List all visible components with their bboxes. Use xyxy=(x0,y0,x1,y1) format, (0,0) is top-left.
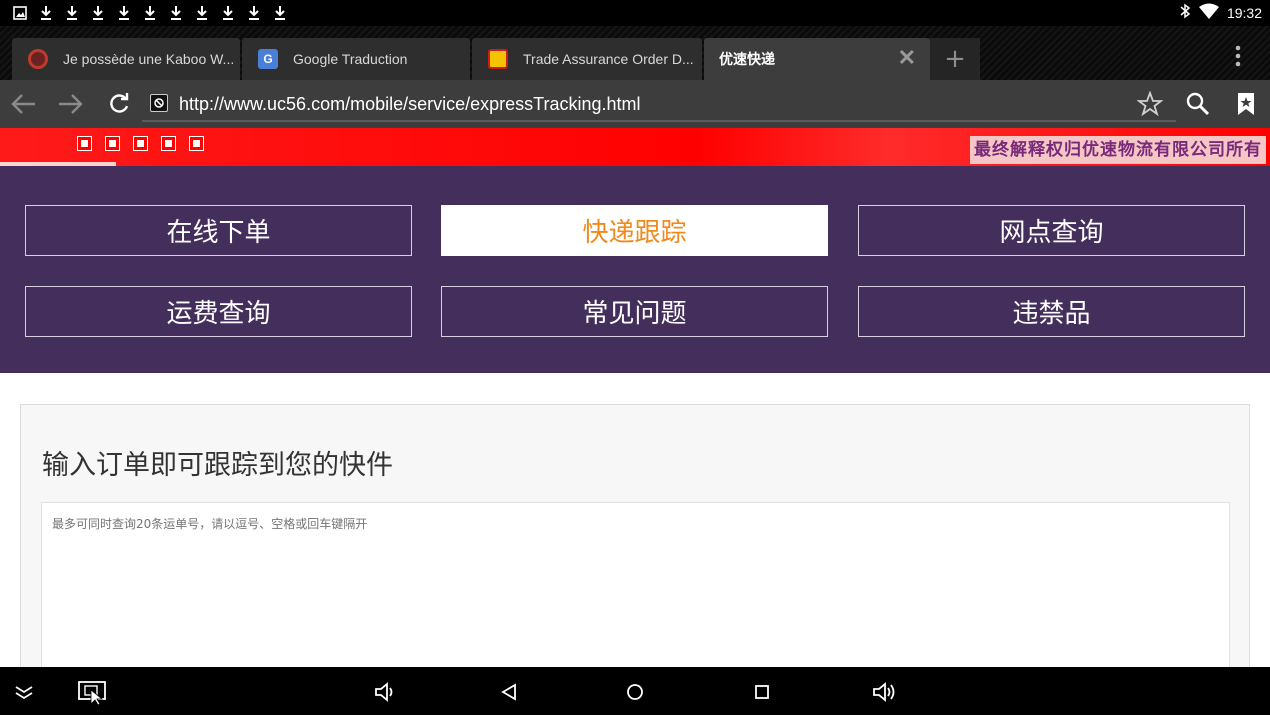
triangle-back-icon xyxy=(501,683,516,701)
service-nav-panel: 在线下单 快递跟踪 网点查询 运费查询 常见问题 违禁品 xyxy=(0,166,1270,373)
pager-dot[interactable] xyxy=(189,136,204,151)
recents-nav-button[interactable] xyxy=(749,679,775,705)
arrow-back-icon xyxy=(11,94,35,114)
close-tab-icon[interactable]: ✕ xyxy=(898,47,916,69)
pager-dot[interactable] xyxy=(133,136,148,151)
system-indicators: 19:32 xyxy=(1179,0,1262,26)
tab-strip: Je possède une Kaboo W... G Google Tradu… xyxy=(0,26,1270,80)
system-nav-bar xyxy=(0,667,1270,715)
address-bar[interactable]: http://www.uc56.com/mobile/service/expre… xyxy=(142,88,1176,122)
home-nav-button[interactable] xyxy=(622,679,648,705)
volume-up-button[interactable] xyxy=(872,679,898,705)
tracking-card: 输入订单即可跟踪到您的快件 xyxy=(20,404,1250,667)
site-info-icon[interactable] xyxy=(150,94,168,112)
tab-title: Trade Assurance Order D... xyxy=(523,51,694,67)
volume-up-icon xyxy=(873,682,895,702)
pager-dot[interactable] xyxy=(77,136,92,151)
forward-button[interactable] xyxy=(55,89,85,119)
tab-favicon xyxy=(28,49,48,69)
download-icon xyxy=(192,3,211,22)
nav-outlet-search[interactable]: 网点查询 xyxy=(858,205,1245,256)
nav-express-tracking[interactable]: 快递跟踪 xyxy=(441,205,828,256)
nav-online-order[interactable]: 在线下单 xyxy=(25,205,412,256)
pager-dot[interactable] xyxy=(161,136,176,151)
translate-icon: G xyxy=(258,49,278,69)
web-page: 最终解释权归优速物流有限公司所有 在线下单 快递跟踪 网点查询 运费查询 常见问… xyxy=(0,128,1270,667)
notification-icons xyxy=(10,3,289,22)
volume-down-button[interactable] xyxy=(372,679,398,705)
find-in-page-button[interactable] xyxy=(1183,89,1213,119)
refresh-icon xyxy=(110,93,129,113)
url-text[interactable]: http://www.uc56.com/mobile/service/expre… xyxy=(179,94,641,115)
download-icon xyxy=(114,3,133,22)
nav-prohibited-items[interactable]: 违禁品 xyxy=(858,286,1245,337)
hide-bar-button[interactable] xyxy=(11,679,37,705)
clock: 19:32 xyxy=(1226,5,1262,21)
download-icon xyxy=(244,3,263,22)
star-icon xyxy=(1137,91,1163,117)
tab-google-translate[interactable]: G Google Traduction xyxy=(242,38,470,80)
tab-trade-assurance[interactable]: Trade Assurance Order D... xyxy=(472,38,702,80)
download-icon xyxy=(166,3,185,22)
download-icon xyxy=(270,3,289,22)
download-icon xyxy=(88,3,107,22)
browser-toolbar: http://www.uc56.com/mobile/service/expre… xyxy=(0,80,1270,128)
more-vert-icon xyxy=(1235,45,1241,67)
tab-title: Google Traduction xyxy=(293,51,408,67)
reload-button[interactable] xyxy=(104,89,134,119)
wifi-icon xyxy=(1198,3,1219,23)
tab-title: Je possède une Kaboo W... xyxy=(63,51,235,67)
back-nav-button[interactable] xyxy=(496,679,522,705)
tracking-number-input[interactable] xyxy=(41,502,1230,667)
screenshot-button[interactable] xyxy=(77,679,109,706)
nav-faq[interactable]: 常见问题 xyxy=(441,286,828,337)
banner-notice: 最终解释权归优速物流有限公司所有 xyxy=(970,136,1266,164)
promo-banner[interactable]: 最终解释权归优速物流有限公司所有 xyxy=(0,128,1270,166)
arrow-forward-icon xyxy=(59,94,83,114)
overflow-menu-button[interactable] xyxy=(1230,44,1246,68)
download-icon xyxy=(62,3,81,22)
screenshot-icon xyxy=(78,681,106,706)
double-chevron-down-icon xyxy=(15,686,33,700)
plus-icon: + xyxy=(944,44,966,74)
circle-home-icon xyxy=(627,684,643,700)
tab-title: 优速快递 xyxy=(719,51,775,67)
tab-uc56-active[interactable]: 优速快递 ✕ xyxy=(704,38,930,80)
tab-kaboo[interactable]: Je possède une Kaboo W... xyxy=(12,38,240,80)
bookmark-star-button[interactable] xyxy=(1135,89,1165,119)
image-icon xyxy=(10,3,29,22)
volume-down-icon xyxy=(375,682,393,702)
back-button[interactable] xyxy=(9,89,39,119)
bluetooth-icon xyxy=(1179,3,1191,23)
nav-freight-query[interactable]: 运费查询 xyxy=(25,286,412,337)
pager-dot[interactable] xyxy=(105,136,120,151)
bookmarks-button[interactable] xyxy=(1231,89,1261,119)
new-tab-button[interactable]: + xyxy=(930,38,980,80)
download-icon xyxy=(36,3,55,22)
download-icon xyxy=(218,3,237,22)
tab-favicon xyxy=(488,49,508,69)
download-icon xyxy=(140,3,159,22)
status-bar: 19:32 xyxy=(0,0,1270,26)
tracking-title: 输入订单即可跟踪到您的快件 xyxy=(42,450,393,481)
bookmark-icon xyxy=(1238,93,1254,115)
square-recents-icon xyxy=(755,685,769,699)
search-icon xyxy=(1186,92,1210,116)
banner-pager xyxy=(77,136,204,151)
